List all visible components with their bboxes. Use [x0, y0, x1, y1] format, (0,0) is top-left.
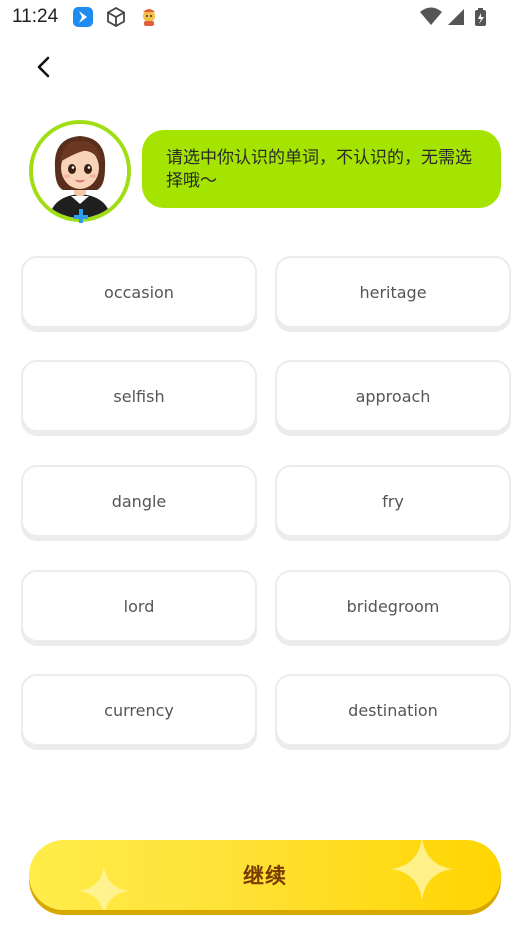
girl-avatar-illustration [33, 124, 127, 218]
status-time: 11:24 [12, 6, 59, 27]
signal-icon [448, 9, 464, 25]
status-bar: 11:24 [0, 0, 530, 36]
battery-icon [475, 8, 486, 26]
word-card[interactable]: destination [275, 674, 511, 746]
word-card[interactable]: lord [21, 570, 257, 642]
word-card[interactable]: occasion [21, 256, 257, 328]
word-card[interactable]: approach [275, 360, 511, 432]
plus-badge-icon [74, 209, 88, 223]
instruction-bubble: 请选中你认识的单词，不认识的，无需选择哦～ [142, 130, 501, 208]
app-blue-icon [72, 6, 94, 28]
word-label: lord [123, 596, 155, 616]
word-card[interactable]: selfish [21, 360, 257, 432]
word-label: occasion [104, 282, 174, 302]
word-label: approach [355, 386, 431, 406]
back-button[interactable] [28, 50, 60, 84]
word-card[interactable]: dangle [21, 465, 257, 537]
word-label: bridegroom [346, 596, 440, 616]
word-label: selfish [113, 386, 165, 406]
cartoon-app-icon [138, 6, 160, 28]
word-label: dangle [111, 491, 167, 511]
cube-icon [105, 6, 127, 28]
word-card[interactable]: bridegroom [275, 570, 511, 642]
chevron-left-icon [37, 56, 50, 78]
continue-button[interactable]: 继续 [29, 840, 501, 910]
word-label: destination [348, 700, 438, 720]
sparkle-icon [79, 866, 129, 910]
instruction-text: 请选中你认识的单词，不认识的，无需选择哦～ [166, 148, 472, 191]
word-card[interactable]: fry [275, 465, 511, 537]
continue-label: 继续 [243, 864, 287, 888]
status-right-icons [420, 6, 492, 32]
word-label: currency [104, 700, 174, 720]
word-card[interactable]: heritage [275, 256, 511, 328]
avatar [29, 120, 131, 223]
word-card[interactable]: currency [21, 674, 257, 746]
wifi-icon [420, 7, 442, 25]
word-label: fry [382, 491, 404, 511]
sparkle-icon [391, 840, 453, 900]
word-label: heritage [359, 282, 427, 302]
